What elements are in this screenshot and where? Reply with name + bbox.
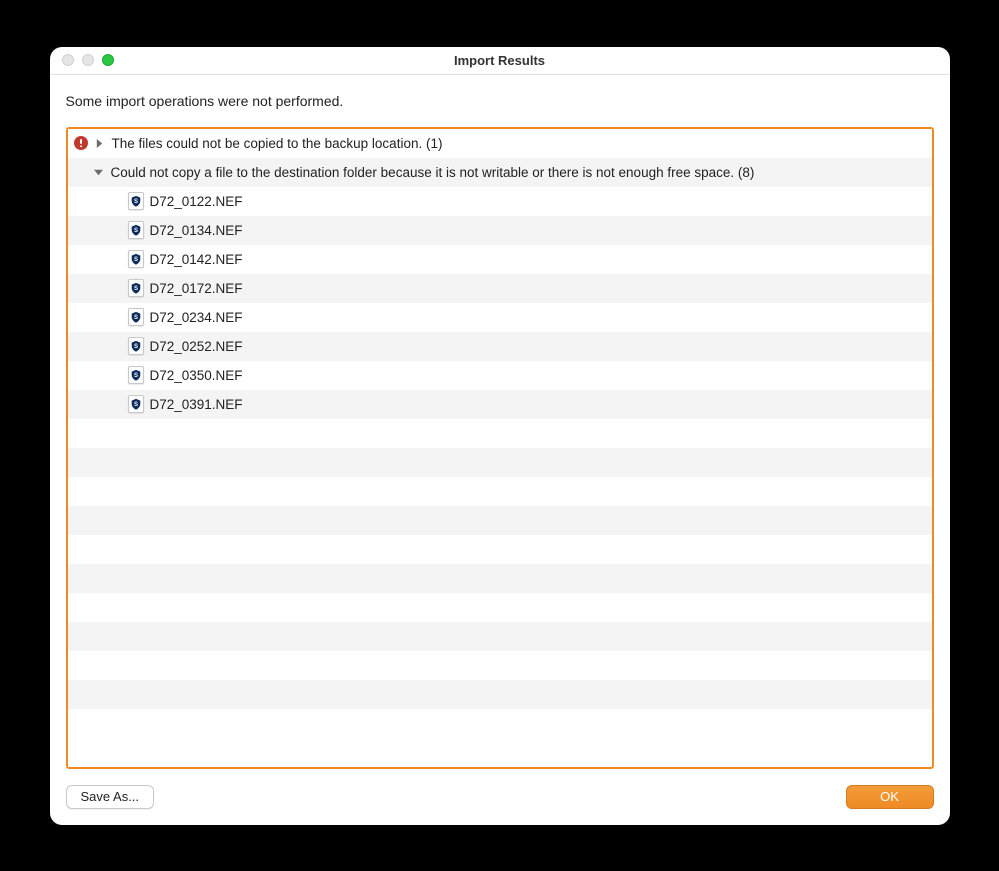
alert-icon (74, 136, 88, 150)
tree-file-item[interactable]: S D72_0134.NEF (68, 216, 932, 245)
tree-file-item[interactable]: S D72_0172.NEF (68, 274, 932, 303)
tree-file-item[interactable]: S D72_0142.NEF (68, 245, 932, 274)
content-area: Some import operations were not performe… (50, 75, 950, 769)
import-results-window: Import Results Some import operations we… (50, 47, 950, 825)
svg-text:S: S (133, 257, 137, 263)
results-box: The files could not be copied to the bac… (66, 127, 934, 769)
file-icon: S (128, 308, 144, 326)
svg-text:S: S (133, 228, 137, 234)
minimize-window-button[interactable] (82, 54, 94, 66)
svg-text:S: S (133, 402, 137, 408)
file-icon: S (128, 279, 144, 297)
empty-row (68, 535, 932, 564)
empty-row (68, 419, 932, 448)
maximize-window-button[interactable] (102, 54, 114, 66)
file-name: D72_0142.NEF (150, 245, 243, 274)
empty-row (68, 564, 932, 593)
file-name: D72_0122.NEF (150, 187, 243, 216)
results-tree[interactable]: The files could not be copied to the bac… (68, 129, 932, 767)
footer: Save As... OK (50, 769, 950, 825)
ok-button[interactable]: OK (846, 785, 934, 809)
file-name: D72_0350.NEF (150, 361, 243, 390)
file-name: D72_0252.NEF (150, 332, 243, 361)
svg-text:S: S (133, 315, 137, 321)
empty-row (68, 622, 932, 651)
window-title: Import Results (50, 53, 950, 68)
tree-group-label: Could not copy a file to the destination… (111, 158, 755, 187)
tree-group-label: The files could not be copied to the bac… (112, 129, 443, 158)
svg-text:S: S (133, 286, 137, 292)
file-icon: S (128, 366, 144, 384)
close-window-button[interactable] (62, 54, 74, 66)
chevron-right-icon[interactable] (94, 137, 106, 149)
file-icon: S (128, 337, 144, 355)
save-as-button[interactable]: Save As... (66, 785, 155, 809)
tree-file-item[interactable]: S D72_0122.NEF (68, 187, 932, 216)
empty-row (68, 477, 932, 506)
file-icon: S (128, 250, 144, 268)
tree-group-copy-failed[interactable]: Could not copy a file to the destination… (68, 158, 932, 187)
window-controls (62, 54, 114, 66)
tree-group-backup-failed[interactable]: The files could not be copied to the bac… (68, 129, 932, 158)
empty-row (68, 593, 932, 622)
file-icon: S (128, 395, 144, 413)
empty-row (68, 448, 932, 477)
tree-file-item[interactable]: S D72_0350.NEF (68, 361, 932, 390)
summary-text: Some import operations were not performe… (66, 93, 934, 109)
empty-row (68, 651, 932, 680)
svg-text:S: S (133, 373, 137, 379)
file-icon: S (128, 192, 144, 210)
file-name: D72_0234.NEF (150, 303, 243, 332)
file-name: D72_0172.NEF (150, 274, 243, 303)
empty-row (68, 680, 932, 709)
tree-file-item[interactable]: S D72_0391.NEF (68, 390, 932, 419)
file-icon: S (128, 221, 144, 239)
chevron-down-icon[interactable] (93, 166, 105, 178)
file-name: D72_0134.NEF (150, 216, 243, 245)
file-name: D72_0391.NEF (150, 390, 243, 419)
titlebar: Import Results (50, 47, 950, 75)
empty-row (68, 506, 932, 535)
tree-file-item[interactable]: S D72_0234.NEF (68, 303, 932, 332)
tree-file-item[interactable]: S D72_0252.NEF (68, 332, 932, 361)
svg-text:S: S (133, 199, 137, 205)
svg-text:S: S (133, 344, 137, 350)
